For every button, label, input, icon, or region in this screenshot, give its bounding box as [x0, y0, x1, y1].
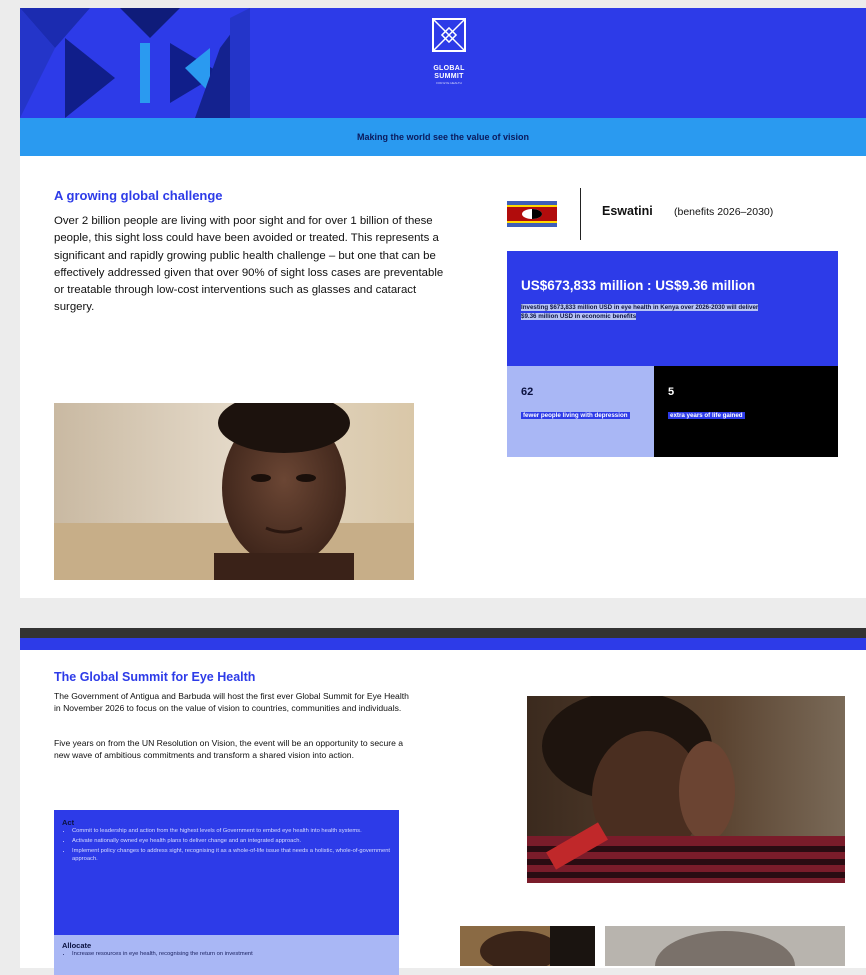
- act-list: Commit to leadership and action from the…: [62, 828, 397, 866]
- depression-stat-card: 62 fewer people living with depression: [507, 366, 654, 457]
- logo-line-3: FOR EYE HEALTH: [436, 81, 462, 85]
- investment-description: Investing $673,833 million USD in eye he…: [521, 303, 759, 321]
- investment-stat-card: US$673,833 million : US$9.36 million Inv…: [507, 251, 838, 366]
- logo-line-2: SUMMIT: [434, 73, 464, 80]
- page-top-blue-bar: [20, 638, 866, 650]
- allocate-box: Allocate Increase resources in eye healt…: [54, 935, 399, 975]
- country-name: Eswatini: [602, 204, 653, 218]
- report-page-2: The Global Summit for Eye Health The Gov…: [20, 628, 866, 975]
- report-page-1: GLOBAL SUMMIT FOR EYE HEALTH Making the …: [20, 8, 866, 598]
- life-years-stat-value: 5: [668, 386, 675, 398]
- investment-ratio: US$673,833 million : US$9.36 million: [521, 278, 756, 293]
- header-banner: GLOBAL SUMMIT FOR EYE HEALTH: [20, 8, 866, 118]
- life-years-stat-label-wrap: extra years of life gained: [668, 411, 745, 420]
- boy-portrait-photo: [54, 403, 414, 580]
- summit-paragraph-2: Five years on from the UN Resolution on …: [54, 738, 404, 760]
- depression-stat-value: 62: [521, 386, 534, 398]
- elder-portrait-photo: [605, 926, 845, 966]
- life-years-stat-card: 5 extra years of life gained: [654, 366, 838, 457]
- allocate-list: Increase resources in eye health, recogn…: [62, 951, 397, 959]
- global-summit-logo: GLOBAL SUMMIT FOR EYE HEALTH: [422, 18, 476, 85]
- country-period: (benefits 2026–2030): [674, 206, 774, 218]
- life-years-stat-label: extra years of life gained: [668, 412, 745, 419]
- challenge-body-text: Over 2 billion people are living with po…: [54, 215, 444, 314]
- act-item: Activate nationally owned eye health pla…: [72, 838, 397, 846]
- allocate-title: Allocate: [62, 941, 92, 950]
- act-item: Implement policy changes to address sigh…: [72, 848, 397, 863]
- logo-line-1: GLOBAL: [433, 65, 465, 72]
- allocate-item: Increase resources in eye health, recogn…: [72, 951, 397, 959]
- woman-eye-photo: [527, 696, 845, 883]
- summit-paragraph-1: The Government of Antigua and Barbuda wi…: [54, 691, 409, 713]
- depression-stat-label: fewer people living with depression: [521, 412, 630, 419]
- hands-photo: [460, 926, 595, 966]
- summit-heading: The Global Summit for Eye Health: [54, 670, 256, 684]
- logo-eye-mark-icon: [431, 18, 467, 52]
- divider: [580, 188, 581, 240]
- act-title: Act: [62, 818, 75, 827]
- challenge-heading: A growing global challenge: [54, 188, 223, 203]
- act-box: Act Commit to leadership and action from…: [54, 810, 399, 935]
- tagline: Making the world see the value of vision: [20, 118, 866, 156]
- eswatini-flag-icon: [507, 201, 557, 227]
- page-top-dark-bar: [20, 628, 866, 638]
- depression-stat-label-wrap: fewer people living with depression: [521, 411, 631, 420]
- investment-description-text: Investing $673,833 million USD in eye he…: [521, 304, 759, 320]
- act-item: Commit to leadership and action from the…: [72, 828, 397, 836]
